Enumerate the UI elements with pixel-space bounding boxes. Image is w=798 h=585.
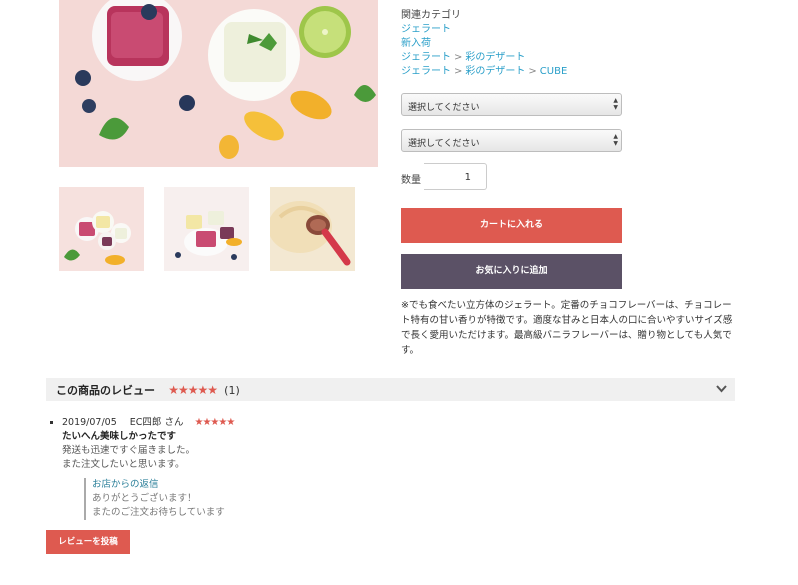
review-body-line: また注文したいと思います。 [62,459,185,470]
select-arrows-icon: ▲ ▼ [613,97,618,111]
product-description: ※でも食べたい立方体のジェラート。定番のチョコフレーバーは、チョコレート特有の甘… [401,300,733,356]
breadcrumb-separator: > [454,66,463,77]
add-to-cart-button[interactable]: カートに入れる [401,208,622,243]
breadcrumb-separator: > [528,66,537,77]
category-link[interactable]: ジェラート [401,66,451,77]
review-meta: 2019/07/05 EC四郎 さん ★★★★★ [62,416,235,430]
shop-reply: お店からの返信 ありがとうございます！ またのご注文お待ちしています [84,478,225,520]
review-date: 2019/07/05 [62,417,117,428]
option-select-value: 選択してください [408,103,480,113]
option-select-1[interactable]: 選択してください ▲ ▼ [401,93,622,116]
review-average-stars: ★★★★★ [168,383,218,397]
category-path-3: ジェラート > 彩のデザート [401,48,525,63]
quantity-label: 数量 [401,175,421,186]
related-category-label: 関連カテゴリ [401,10,461,21]
review-stars: ★★★★★ [194,417,235,428]
reviewer-name: EC四郎 さん [129,417,184,428]
select-arrows-icon: ▲ ▼ [613,133,618,147]
category-path-1: ジェラート [401,20,451,35]
category-path-2: 新入荷 [401,34,431,49]
product-thumbnail-2[interactable] [164,187,249,271]
review-count: (1) [224,384,240,397]
review-body-line: 発送も迅速ですぐ届きました。 [62,445,196,456]
post-review-button[interactable]: レビューを投稿 [46,530,130,554]
shop-reply-line: またのご注文お待ちしています [92,507,225,518]
chevron-down-icon[interactable] [716,382,727,396]
product-thumbnail-3[interactable] [270,187,355,271]
shop-reply-line: ありがとうございます！ [92,493,197,504]
review-section-header[interactable]: この商品のレビュー ★★★★★ (1) [46,378,735,401]
option-select-value: 選択してください [408,139,480,149]
add-to-favorites-button[interactable]: お気に入りに追加 [401,254,622,289]
review-title: たいへん美味しかったです [62,431,177,442]
product-thumbnail-1[interactable] [59,187,144,271]
category-link[interactable]: 彩のデザート [465,66,525,77]
quantity-input[interactable]: 1 [424,163,487,190]
shop-reply-title: お店からの返信 [92,479,159,490]
option-select-2[interactable]: 選択してください ▲ ▼ [401,129,622,152]
category-link[interactable]: CUBE [540,66,567,77]
review-section-title: この商品のレビュー [56,384,155,397]
product-main-image [59,0,378,167]
review-body: 発送も迅速ですぐ届きました。 また注文したいと思います。 [62,444,195,472]
category-path-4: ジェラート > 彩のデザート > CUBE [401,62,567,77]
list-bullet [50,421,53,424]
